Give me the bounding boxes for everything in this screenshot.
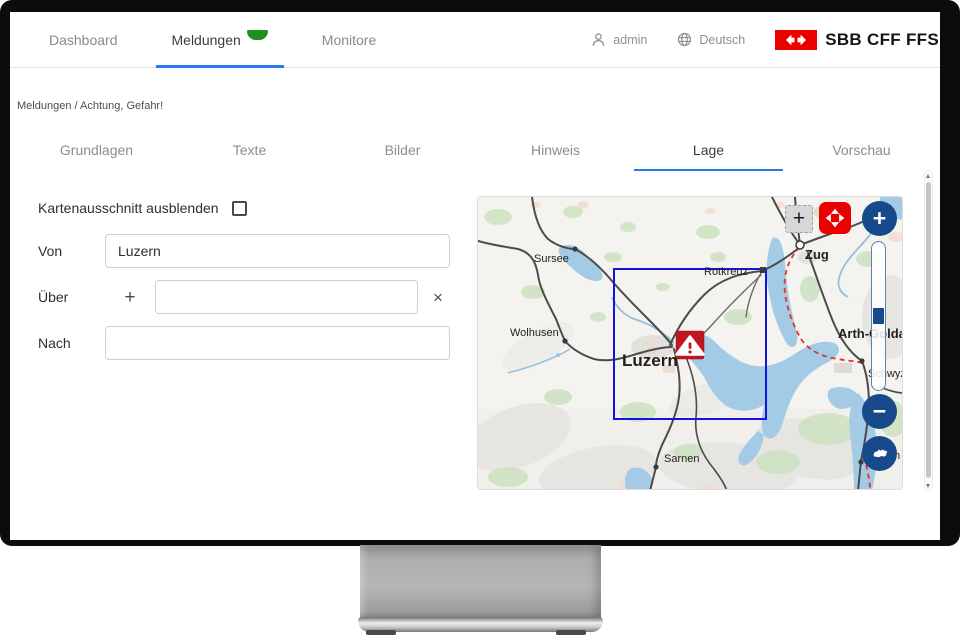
zoom-out-button[interactable]: − bbox=[862, 394, 897, 429]
map-label: Wolhusen bbox=[510, 327, 559, 339]
brand-text: SBB CFF FFS bbox=[825, 30, 939, 50]
nav-item-label: Meldungen bbox=[172, 32, 241, 48]
move-icon bbox=[823, 206, 847, 230]
scrollbar-up-arrow[interactable] bbox=[926, 174, 930, 178]
nav-right: admin Deutsch bbox=[591, 12, 940, 67]
map-label: Sursee bbox=[534, 253, 569, 265]
tab-hinweis[interactable]: Hinweis bbox=[479, 142, 632, 171]
tab-label: Lage bbox=[693, 142, 724, 158]
tab-bilder[interactable]: Bilder bbox=[326, 142, 479, 171]
lage-form: Kartenausschnitt ausblenden Von Über + ×… bbox=[28, 192, 480, 372]
ueber-input[interactable] bbox=[155, 280, 418, 314]
nav-item-label: Dashboard bbox=[49, 32, 118, 48]
sbb-arrows-icon bbox=[779, 32, 813, 48]
monitor-foot bbox=[556, 630, 586, 635]
map-label: Luzern bbox=[622, 351, 678, 370]
minus-icon: − bbox=[873, 398, 886, 425]
nav-item-monitore[interactable]: Monitore bbox=[306, 12, 392, 67]
sbb-logo-symbol bbox=[775, 30, 817, 50]
globe-icon bbox=[677, 32, 692, 47]
tab-label: Bilder bbox=[385, 142, 421, 158]
tab-bar: Grundlagen Texte Bilder Hinweis Lage Vor… bbox=[20, 142, 938, 171]
nav-item-meldungen[interactable]: Meldungen bbox=[156, 12, 284, 67]
map-label: Rotkreuz bbox=[704, 266, 748, 278]
zoom-slider[interactable] bbox=[871, 241, 886, 391]
scrollbar-thumb[interactable] bbox=[926, 182, 931, 478]
tab-label: Vorschau bbox=[832, 142, 890, 158]
warning-marker[interactable] bbox=[676, 331, 704, 359]
tab-label: Grundlagen bbox=[60, 142, 133, 158]
user-label: admin bbox=[613, 33, 647, 47]
meldungen-status-icon bbox=[247, 30, 268, 40]
plus-icon: + bbox=[873, 205, 886, 232]
tab-lage[interactable]: Lage bbox=[632, 142, 785, 171]
map-panel: Sursee Wolhusen Luzern Rotkreuz Zug Arth… bbox=[477, 196, 903, 490]
von-label: Von bbox=[28, 243, 105, 259]
nach-input[interactable] bbox=[105, 326, 450, 360]
monitor-stand bbox=[360, 545, 601, 620]
tab-label: Texte bbox=[233, 142, 266, 158]
tab-texte[interactable]: Texte bbox=[173, 142, 326, 171]
monitor-foot bbox=[366, 630, 396, 635]
nach-label: Nach bbox=[28, 335, 105, 351]
top-nav: Dashboard Meldungen Monitore admin bbox=[10, 12, 940, 68]
sbb-logo: SBB CFF FFS bbox=[775, 30, 939, 50]
add-via-button[interactable]: + bbox=[105, 288, 155, 307]
hide-map-checkbox[interactable] bbox=[232, 201, 247, 216]
box-zoom-button[interactable]: + bbox=[785, 205, 813, 233]
vertical-scrollbar[interactable] bbox=[924, 170, 933, 492]
map-canvas[interactable]: Sursee Wolhusen Luzern Rotkreuz Zug Arth… bbox=[478, 197, 903, 490]
monitor-bezel: Dashboard Meldungen Monitore admin bbox=[0, 0, 960, 546]
clear-via-button[interactable]: × bbox=[418, 289, 458, 306]
map-label: Zug bbox=[805, 247, 829, 262]
tab-label: Hinweis bbox=[531, 142, 580, 158]
tab-vorschau[interactable]: Vorschau bbox=[785, 142, 938, 171]
language-menu[interactable]: Deutsch bbox=[677, 32, 745, 47]
language-label: Deutsch bbox=[699, 33, 745, 47]
ueber-label: Über bbox=[28, 289, 105, 305]
reset-extent-button[interactable] bbox=[862, 436, 897, 471]
map-label: Sarnen bbox=[664, 453, 699, 465]
box-zoom-icon: + bbox=[793, 207, 805, 231]
switzerland-icon bbox=[869, 443, 891, 465]
screen: Dashboard Meldungen Monitore admin bbox=[10, 12, 940, 540]
scrollbar-down-arrow[interactable] bbox=[926, 484, 930, 488]
user-menu[interactable]: admin bbox=[591, 32, 647, 47]
zoom-in-button[interactable]: + bbox=[862, 201, 897, 236]
user-icon bbox=[591, 32, 606, 47]
zoom-slider-handle[interactable] bbox=[873, 308, 884, 324]
von-input[interactable] bbox=[105, 234, 450, 268]
pan-mode-button[interactable] bbox=[819, 202, 851, 234]
nav-item-label: Monitore bbox=[322, 32, 376, 48]
nav-item-dashboard[interactable]: Dashboard bbox=[33, 12, 134, 67]
breadcrumb: Meldungen / Achtung, Gefahr! bbox=[17, 100, 163, 112]
hide-map-label: Kartenausschnitt ausblenden bbox=[38, 200, 219, 216]
tab-grundlagen[interactable]: Grundlagen bbox=[20, 142, 173, 171]
